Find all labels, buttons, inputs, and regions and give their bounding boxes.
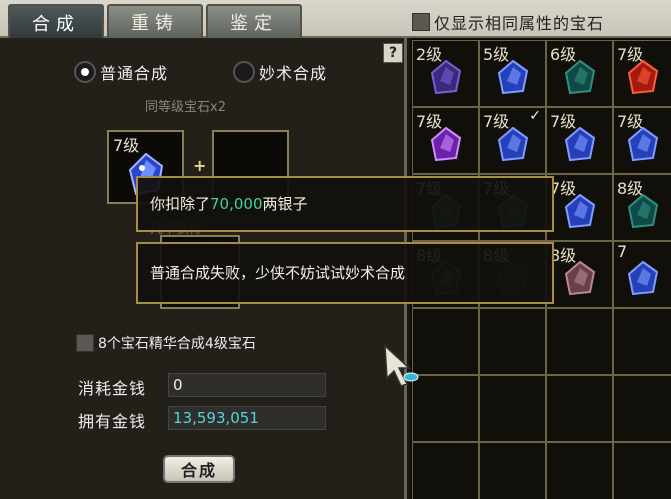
cost-field: 0 (168, 373, 326, 397)
deduction-text-before: 你扣除了 (150, 195, 211, 213)
inventory-slot[interactable] (479, 442, 546, 499)
deduction-amount: 70,000 (210, 195, 263, 213)
inventory-slot[interactable] (479, 308, 546, 375)
inventory-slot[interactable]: 8级 (613, 174, 671, 241)
plus-sign: + (193, 156, 207, 175)
failure-text: 普通合成失败，少侠不妨试试妙术合成 (150, 264, 406, 282)
blue-gem-icon (627, 260, 659, 295)
filter-label: 仅显示相同属性的宝石 (434, 14, 605, 33)
deduction-text-after: 两银子 (262, 195, 308, 213)
tab-combine[interactable]: 合成 (8, 4, 104, 40)
tab-identify[interactable]: 鉴定 (206, 4, 302, 38)
inventory-slot[interactable]: 6级 (546, 40, 613, 107)
inventory-slot[interactable] (613, 308, 671, 375)
teal-gem-icon (564, 59, 595, 94)
teal-gem-icon (627, 193, 659, 228)
inventory-slot[interactable]: 7级 (613, 107, 671, 174)
inventory-slot[interactable]: 7级 (412, 107, 479, 174)
combine-button[interactable]: 合成 (163, 455, 235, 483)
cost-label: 消耗金钱 (78, 379, 147, 398)
purple-gem-icon (430, 59, 461, 94)
inventory-slot[interactable]: 5级 (479, 40, 546, 107)
inventory-slot[interactable]: 7级 (546, 174, 613, 241)
blue-gem-icon (564, 126, 595, 161)
inventory-slot[interactable] (613, 375, 671, 442)
inventory-slot[interactable] (479, 375, 546, 442)
normal-combine-option[interactable]: 普通合成 (74, 60, 168, 84)
inventory-slot[interactable]: 7级 (546, 107, 613, 174)
wonder-label: 妙术合成 (259, 64, 328, 83)
pink-gem-icon (564, 260, 595, 295)
inventory-slot[interactable] (613, 442, 671, 499)
inventory-slot[interactable] (546, 308, 613, 375)
normal-radio[interactable] (74, 61, 96, 83)
blue-gem-icon (564, 193, 595, 228)
blue-gem-icon (497, 59, 528, 94)
owned-label: 拥有金钱 (78, 412, 147, 431)
essence-label: 8个宝石精华合成4级宝石 (98, 336, 256, 352)
filter-checkbox[interactable] (412, 13, 430, 31)
same-attribute-filter[interactable]: 仅显示相同属性的宝石 (412, 10, 604, 34)
cursor-pointer-icon (384, 344, 419, 387)
top-bar: 合成 重铸 鉴定 仅显示相同属性的宝石 (0, 0, 671, 40)
gem-level: 7 (617, 242, 628, 261)
violet-gem-icon (430, 126, 461, 161)
normal-label: 普通合成 (100, 64, 169, 83)
requirement-hint: 同等级宝石x2 (145, 100, 226, 115)
inventory-slot[interactable] (546, 442, 613, 499)
wonder-combine-option[interactable]: 妙术合成 (233, 60, 327, 84)
inventory-slot[interactable]: 2级 (412, 40, 479, 107)
inventory-slot[interactable]: 7级 ✓ (479, 107, 546, 174)
tab-reforge[interactable]: 重铸 (107, 4, 203, 38)
owned-field: 13,593,051 (168, 406, 326, 430)
essence-checkbox[interactable] (76, 334, 94, 352)
inventory-slot[interactable] (412, 442, 479, 499)
blue-gem-icon (627, 126, 659, 161)
selected-check-icon: ✓ (529, 108, 541, 124)
inventory-slot[interactable]: 8级 (546, 241, 613, 308)
inventory-slot[interactable] (546, 375, 613, 442)
inventory-slot[interactable]: 7 (613, 241, 671, 308)
wonder-radio[interactable] (233, 61, 255, 83)
deduction-message: 你扣除了70,000两银子 (136, 176, 554, 232)
red-gem-icon (627, 59, 659, 94)
blue-gem-icon (497, 126, 528, 161)
essence-combine-option[interactable]: 8个宝石精华合成4级宝石 (76, 333, 256, 353)
help-button[interactable]: ? (383, 43, 403, 63)
inventory-slot[interactable]: 7级 (613, 40, 671, 107)
failure-message: 普通合成失败，少侠不妨试试妙术合成 (136, 242, 554, 304)
